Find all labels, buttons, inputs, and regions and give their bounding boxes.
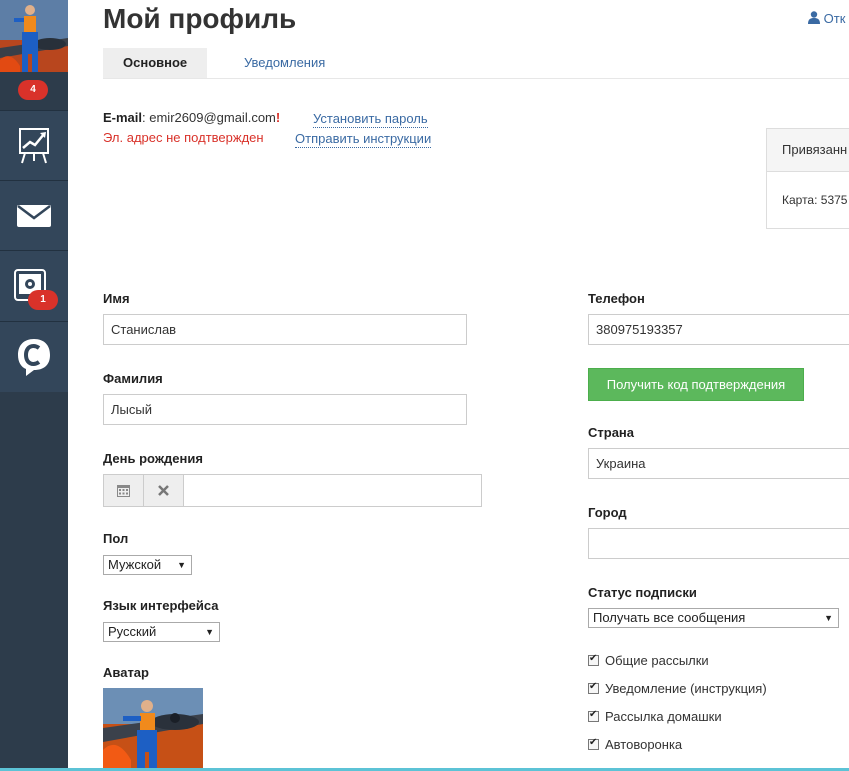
envelope-icon: [17, 205, 51, 227]
avatar-photo: [103, 688, 203, 768]
checkbox-general-mailings[interactable]: Общие рассылки: [588, 653, 709, 668]
checkbox-label: Автоворонка: [605, 737, 683, 752]
avatar-notification-badge: 4: [18, 80, 48, 100]
country-input[interactable]: Украина: [588, 448, 849, 479]
birthday-label: День рождения: [103, 451, 203, 466]
phone-label: Телефон: [588, 291, 645, 306]
last-name-label: Фамилия: [103, 371, 163, 386]
exit-link[interactable]: Отк: [808, 11, 845, 26]
profile-tabs: Основное Уведомления: [103, 48, 849, 79]
subscription-label: Статус подписки: [588, 585, 697, 600]
language-select[interactable]: Русский ▼: [103, 622, 220, 642]
dropdown-arrow-icon: ▼: [205, 627, 214, 637]
get-confirmation-code-button[interactable]: Получить код подтверждения: [588, 368, 804, 401]
clear-date-button[interactable]: [144, 475, 184, 506]
gender-value: Мужской: [108, 557, 162, 572]
linked-card-number: Карта: 5375: [782, 193, 848, 207]
linked-card-header: Привязанн: [767, 129, 849, 172]
dropdown-arrow-icon: ▼: [177, 560, 186, 570]
user-icon: [808, 11, 820, 24]
settings-notification-badge: 1: [28, 290, 58, 310]
first-name-input[interactable]: Станислав: [103, 314, 467, 345]
email-warning-mark: !: [275, 110, 281, 125]
tab-main[interactable]: Основное: [103, 48, 208, 78]
city-label: Город: [588, 505, 627, 520]
birthday-input[interactable]: [184, 475, 481, 506]
email-line: E-mail: emir2609@gmail.com!: [103, 110, 281, 125]
first-name-label: Имя: [103, 291, 130, 306]
checkbox-label: Общие рассылки: [605, 653, 709, 668]
checkbox-instruction-notice[interactable]: Уведомление (инструкция): [588, 681, 767, 696]
email-not-confirmed-text: Эл. адрес не подтвержден: [103, 130, 264, 145]
gender-select[interactable]: Мужской ▼: [103, 555, 192, 575]
close-icon: [158, 485, 169, 496]
subscription-select[interactable]: Получать все сообщения ▼: [588, 608, 839, 628]
language-value: Русский: [108, 624, 157, 639]
sidebar-item-settings[interactable]: [0, 250, 68, 321]
sidebar-item-stats[interactable]: [0, 110, 68, 181]
sidebar-item-messages[interactable]: [0, 180, 68, 251]
tab-notifications[interactable]: Уведомления: [244, 48, 325, 78]
subscription-value: Получать все сообщения: [593, 610, 746, 625]
checkbox-checked[interactable]: [588, 709, 599, 722]
sidebar-item-brand[interactable]: [0, 321, 68, 392]
checkbox-autofunnel[interactable]: Автоворонка: [588, 737, 682, 752]
checkbox-homework-mailing[interactable]: Рассылка домашки: [588, 709, 722, 724]
avatar-preview[interactable]: [103, 688, 203, 768]
birthday-picker: [103, 474, 482, 507]
sidebar: 4 1: [0, 0, 68, 771]
country-label: Страна: [588, 425, 635, 440]
email-value: emir2609@gmail.com: [149, 110, 276, 125]
chat-c-logo-icon: [18, 339, 50, 376]
calendar-button[interactable]: [104, 475, 144, 506]
email-label: E-mail: [103, 110, 143, 125]
phone-input[interactable]: 380975193357: [588, 314, 849, 345]
checkbox-label: Рассылка домашки: [605, 709, 722, 724]
language-label: Язык интерфейса: [103, 598, 219, 613]
linked-card-panel: Привязанн Карта: 5375: [766, 128, 849, 229]
avatar-label: Аватар: [103, 665, 149, 680]
set-password-link[interactable]: Установить пароль: [313, 110, 428, 128]
city-input[interactable]: [588, 528, 849, 559]
exit-link-label: Отк: [823, 11, 846, 26]
checkbox-checked[interactable]: [588, 653, 599, 666]
checkbox-checked[interactable]: [588, 681, 599, 694]
checkbox-label: Уведомление (инструкция): [605, 681, 767, 696]
page-title: Мой профиль: [103, 3, 297, 34]
chart-board-icon: [19, 128, 49, 164]
dropdown-arrow-icon: ▼: [824, 613, 833, 623]
sidebar-avatar[interactable]: [0, 0, 68, 72]
last-name-input[interactable]: Лысый: [103, 394, 467, 425]
gender-label: Пол: [103, 531, 129, 546]
checkbox-checked[interactable]: [588, 737, 599, 750]
calendar-icon: [117, 485, 130, 497]
avatar-image: [0, 0, 68, 72]
send-instructions-link[interactable]: Отправить инструкции: [295, 130, 432, 148]
